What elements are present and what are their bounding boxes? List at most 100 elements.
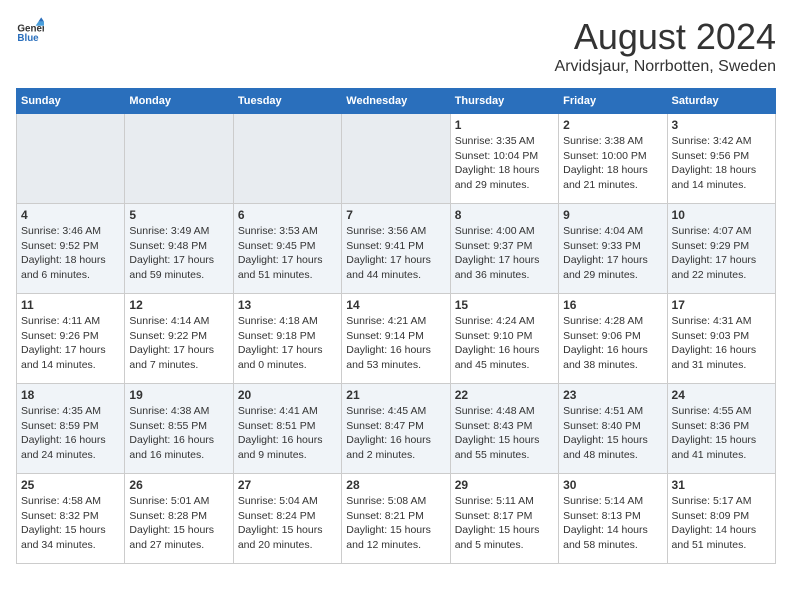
day-cell: 5 Sunrise: 3:49 AMSunset: 9:48 PMDayligh… — [125, 204, 233, 294]
day-info: Sunrise: 4:55 AMSunset: 8:36 PMDaylight:… — [672, 405, 757, 461]
day-info: Sunrise: 5:14 AMSunset: 8:13 PMDaylight:… — [563, 495, 648, 551]
day-info: Sunrise: 4:58 AMSunset: 8:32 PMDaylight:… — [21, 495, 106, 551]
day-cell: 12 Sunrise: 4:14 AMSunset: 9:22 PMDaylig… — [125, 294, 233, 384]
day-info: Sunrise: 3:42 AMSunset: 9:56 PMDaylight:… — [672, 135, 757, 191]
day-info: Sunrise: 4:35 AMSunset: 8:59 PMDaylight:… — [21, 405, 106, 461]
col-header-wednesday: Wednesday — [342, 89, 450, 114]
day-info: Sunrise: 4:45 AMSunset: 8:47 PMDaylight:… — [346, 405, 431, 461]
col-header-tuesday: Tuesday — [233, 89, 341, 114]
day-info: Sunrise: 4:07 AMSunset: 9:29 PMDaylight:… — [672, 225, 757, 281]
day-info: Sunrise: 4:18 AMSunset: 9:18 PMDaylight:… — [238, 315, 323, 371]
day-info: Sunrise: 4:41 AMSunset: 8:51 PMDaylight:… — [238, 405, 323, 461]
day-info: Sunrise: 4:38 AMSunset: 8:55 PMDaylight:… — [129, 405, 214, 461]
col-header-sunday: Sunday — [17, 89, 125, 114]
main-title: August 2024 — [555, 16, 776, 58]
day-number: 3 — [672, 118, 771, 132]
day-info: Sunrise: 4:31 AMSunset: 9:03 PMDaylight:… — [672, 315, 757, 371]
day-cell: 6 Sunrise: 3:53 AMSunset: 9:45 PMDayligh… — [233, 204, 341, 294]
day-cell: 20 Sunrise: 4:41 AMSunset: 8:51 PMDaylig… — [233, 384, 341, 474]
day-info: Sunrise: 3:35 AMSunset: 10:04 PMDaylight… — [455, 135, 540, 191]
day-number: 13 — [238, 298, 337, 312]
day-number: 27 — [238, 478, 337, 492]
day-number: 7 — [346, 208, 445, 222]
day-number: 19 — [129, 388, 228, 402]
day-cell: 4 Sunrise: 3:46 AMSunset: 9:52 PMDayligh… — [17, 204, 125, 294]
day-info: Sunrise: 5:11 AMSunset: 8:17 PMDaylight:… — [455, 495, 540, 551]
day-number: 14 — [346, 298, 445, 312]
day-cell: 25 Sunrise: 4:58 AMSunset: 8:32 PMDaylig… — [17, 474, 125, 564]
day-cell: 14 Sunrise: 4:21 AMSunset: 9:14 PMDaylig… — [342, 294, 450, 384]
day-cell: 30 Sunrise: 5:14 AMSunset: 8:13 PMDaylig… — [559, 474, 667, 564]
day-cell — [233, 114, 341, 204]
day-number: 21 — [346, 388, 445, 402]
day-number: 15 — [455, 298, 554, 312]
day-info: Sunrise: 4:04 AMSunset: 9:33 PMDaylight:… — [563, 225, 648, 281]
day-info: Sunrise: 3:46 AMSunset: 9:52 PMDaylight:… — [21, 225, 106, 281]
day-cell: 1 Sunrise: 3:35 AMSunset: 10:04 PMDaylig… — [450, 114, 558, 204]
day-cell: 22 Sunrise: 4:48 AMSunset: 8:43 PMDaylig… — [450, 384, 558, 474]
day-info: Sunrise: 4:51 AMSunset: 8:40 PMDaylight:… — [563, 405, 648, 461]
day-number: 29 — [455, 478, 554, 492]
day-number: 24 — [672, 388, 771, 402]
week-row-4: 18 Sunrise: 4:35 AMSunset: 8:59 PMDaylig… — [17, 384, 776, 474]
subtitle: Arvidsjaur, Norrbotten, Sweden — [555, 58, 776, 76]
day-info: Sunrise: 3:49 AMSunset: 9:48 PMDaylight:… — [129, 225, 214, 281]
col-header-saturday: Saturday — [667, 89, 775, 114]
day-info: Sunrise: 5:17 AMSunset: 8:09 PMDaylight:… — [672, 495, 757, 551]
col-header-friday: Friday — [559, 89, 667, 114]
day-number: 31 — [672, 478, 771, 492]
day-cell: 19 Sunrise: 4:38 AMSunset: 8:55 PMDaylig… — [125, 384, 233, 474]
week-row-3: 11 Sunrise: 4:11 AMSunset: 9:26 PMDaylig… — [17, 294, 776, 384]
day-number: 10 — [672, 208, 771, 222]
day-cell: 24 Sunrise: 4:55 AMSunset: 8:36 PMDaylig… — [667, 384, 775, 474]
day-info: Sunrise: 3:56 AMSunset: 9:41 PMDaylight:… — [346, 225, 431, 281]
day-number: 25 — [21, 478, 120, 492]
day-number: 18 — [21, 388, 120, 402]
header: General Blue August 2024 Arvidsjaur, Nor… — [16, 16, 776, 76]
day-info: Sunrise: 4:00 AMSunset: 9:37 PMDaylight:… — [455, 225, 540, 281]
day-cell: 16 Sunrise: 4:28 AMSunset: 9:06 PMDaylig… — [559, 294, 667, 384]
day-cell: 9 Sunrise: 4:04 AMSunset: 9:33 PMDayligh… — [559, 204, 667, 294]
day-info: Sunrise: 4:28 AMSunset: 9:06 PMDaylight:… — [563, 315, 648, 371]
day-number: 9 — [563, 208, 662, 222]
day-info: Sunrise: 4:21 AMSunset: 9:14 PMDaylight:… — [346, 315, 431, 371]
day-number: 11 — [21, 298, 120, 312]
day-number: 5 — [129, 208, 228, 222]
svg-text:Blue: Blue — [17, 33, 39, 44]
day-cell — [342, 114, 450, 204]
day-number: 1 — [455, 118, 554, 132]
col-header-monday: Monday — [125, 89, 233, 114]
logo-icon: General Blue — [16, 16, 44, 44]
day-cell — [17, 114, 125, 204]
day-number: 26 — [129, 478, 228, 492]
week-row-5: 25 Sunrise: 4:58 AMSunset: 8:32 PMDaylig… — [17, 474, 776, 564]
day-info: Sunrise: 5:01 AMSunset: 8:28 PMDaylight:… — [129, 495, 214, 551]
day-number: 28 — [346, 478, 445, 492]
day-info: Sunrise: 4:14 AMSunset: 9:22 PMDaylight:… — [129, 315, 214, 371]
day-cell: 31 Sunrise: 5:17 AMSunset: 8:09 PMDaylig… — [667, 474, 775, 564]
day-info: Sunrise: 4:48 AMSunset: 8:43 PMDaylight:… — [455, 405, 540, 461]
col-header-thursday: Thursday — [450, 89, 558, 114]
day-cell: 11 Sunrise: 4:11 AMSunset: 9:26 PMDaylig… — [17, 294, 125, 384]
day-cell: 23 Sunrise: 4:51 AMSunset: 8:40 PMDaylig… — [559, 384, 667, 474]
day-cell: 27 Sunrise: 5:04 AMSunset: 8:24 PMDaylig… — [233, 474, 341, 564]
day-number: 16 — [563, 298, 662, 312]
day-number: 2 — [563, 118, 662, 132]
day-cell: 8 Sunrise: 4:00 AMSunset: 9:37 PMDayligh… — [450, 204, 558, 294]
day-number: 23 — [563, 388, 662, 402]
day-cell: 15 Sunrise: 4:24 AMSunset: 9:10 PMDaylig… — [450, 294, 558, 384]
day-info: Sunrise: 4:11 AMSunset: 9:26 PMDaylight:… — [21, 315, 106, 371]
day-info: Sunrise: 4:24 AMSunset: 9:10 PMDaylight:… — [455, 315, 540, 371]
day-cell — [125, 114, 233, 204]
day-cell: 3 Sunrise: 3:42 AMSunset: 9:56 PMDayligh… — [667, 114, 775, 204]
title-area: August 2024 Arvidsjaur, Norrbotten, Swed… — [555, 16, 776, 76]
day-info: Sunrise: 3:53 AMSunset: 9:45 PMDaylight:… — [238, 225, 323, 281]
calendar-table: SundayMondayTuesdayWednesdayThursdayFrid… — [16, 88, 776, 564]
day-number: 12 — [129, 298, 228, 312]
day-cell: 17 Sunrise: 4:31 AMSunset: 9:03 PMDaylig… — [667, 294, 775, 384]
day-number: 20 — [238, 388, 337, 402]
day-number: 4 — [21, 208, 120, 222]
day-cell: 28 Sunrise: 5:08 AMSunset: 8:21 PMDaylig… — [342, 474, 450, 564]
day-number: 17 — [672, 298, 771, 312]
day-cell: 26 Sunrise: 5:01 AMSunset: 8:28 PMDaylig… — [125, 474, 233, 564]
